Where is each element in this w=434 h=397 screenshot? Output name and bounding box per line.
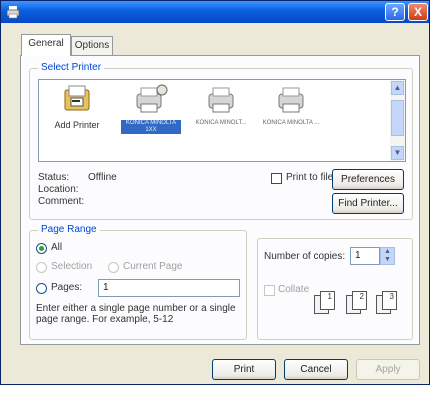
print-dialog: ? X General Options Select Printer Add P… xyxy=(0,0,430,385)
print-button[interactable]: Print xyxy=(212,359,276,380)
printer-icon xyxy=(208,87,234,113)
printer-app-icon xyxy=(6,6,20,19)
printer-list[interactable]: Add Printer KONICA MINOLTA 1XX KONICA MI… xyxy=(38,79,406,162)
help-button[interactable]: ? xyxy=(385,3,405,21)
page-range-legend: Page Range xyxy=(38,224,100,235)
preferences-button[interactable]: Preferences xyxy=(332,169,404,190)
current-page-radio[interactable] xyxy=(108,262,119,273)
printer-label: KONICA MINOLT... xyxy=(195,120,247,126)
printer-item-konica-3[interactable]: KONICA MINOLTA ... xyxy=(261,82,321,142)
copies-label: Number of copies: xyxy=(264,251,346,262)
scroll-up-icon[interactable]: ▲ xyxy=(391,81,404,95)
select-printer-group: Select Printer Add Printer KONICA MINOLT… xyxy=(29,62,413,220)
printer-label: Add Printer xyxy=(54,120,100,130)
scroll-thumb[interactable] xyxy=(391,100,404,136)
page-range-hint-line1: Enter either a single page number or a s… xyxy=(36,303,236,314)
pages-radio[interactable] xyxy=(36,283,47,294)
copies-input[interactable]: 1 xyxy=(350,247,380,265)
print-to-file-label[interactable]: Print to file xyxy=(286,172,333,183)
cancel-button[interactable]: Cancel xyxy=(284,359,348,380)
all-radio[interactable] xyxy=(36,243,47,254)
printer-icon xyxy=(278,87,304,113)
print-to-file-checkbox[interactable] xyxy=(271,173,282,184)
printer-item-konica-1[interactable]: KONICA MINOLTA 1XX xyxy=(121,82,181,142)
selection-radio[interactable] xyxy=(36,262,47,273)
close-button[interactable]: X xyxy=(408,3,428,21)
network-printer-icon xyxy=(136,84,168,113)
printer-list-scrollbar[interactable]: ▲ ▼ xyxy=(390,80,405,161)
printer-item-add-printer[interactable]: Add Printer xyxy=(47,82,107,142)
find-printer-button[interactable]: Find Printer... xyxy=(332,193,404,214)
all-label[interactable]: All xyxy=(51,242,62,253)
copies-spinner[interactable]: ▲ ▼ xyxy=(380,247,395,265)
comment-label: Comment: xyxy=(38,196,85,207)
printer-label: KONICA MINOLTA ... xyxy=(262,120,320,126)
apply-button[interactable]: Apply xyxy=(356,359,420,380)
tab-general[interactable]: General xyxy=(21,34,71,56)
printer-item-konica-2[interactable]: KONICA MINOLT... xyxy=(191,82,251,142)
location-label: Location: xyxy=(38,184,79,195)
scroll-down-icon[interactable]: ▼ xyxy=(391,146,404,160)
collate-checkbox[interactable] xyxy=(264,285,275,296)
current-page-label[interactable]: Current Page xyxy=(123,261,182,272)
title-bar[interactable]: ? X xyxy=(1,1,429,23)
pages-input[interactable]: 1 xyxy=(98,279,240,297)
status-label: Status: xyxy=(38,172,70,183)
page-range-group: Page Range All Selection Current Page Pa… xyxy=(29,224,247,340)
selection-label[interactable]: Selection xyxy=(51,261,92,272)
printer-label: KONICA MINOLTA 1XX xyxy=(121,120,181,134)
general-tab-panel: Select Printer Add Printer KONICA MINOLT… xyxy=(20,55,420,345)
page-range-hint-line2: page range. For example, 5-12 xyxy=(36,314,174,325)
collate-page: 2 xyxy=(352,291,367,310)
select-printer-legend: Select Printer xyxy=(38,62,105,73)
tab-options[interactable]: Options xyxy=(71,36,113,56)
collate-label[interactable]: Collate xyxy=(278,284,309,295)
collate-page: 3 xyxy=(382,291,397,310)
status-value: Offline xyxy=(88,172,117,183)
copies-group: Number of copies: 1 ▲ ▼ Collate 1 2 3 xyxy=(257,238,413,340)
pages-label[interactable]: Pages: xyxy=(51,282,82,293)
add-printer-icon xyxy=(64,85,90,111)
collate-page: 1 xyxy=(320,291,335,310)
